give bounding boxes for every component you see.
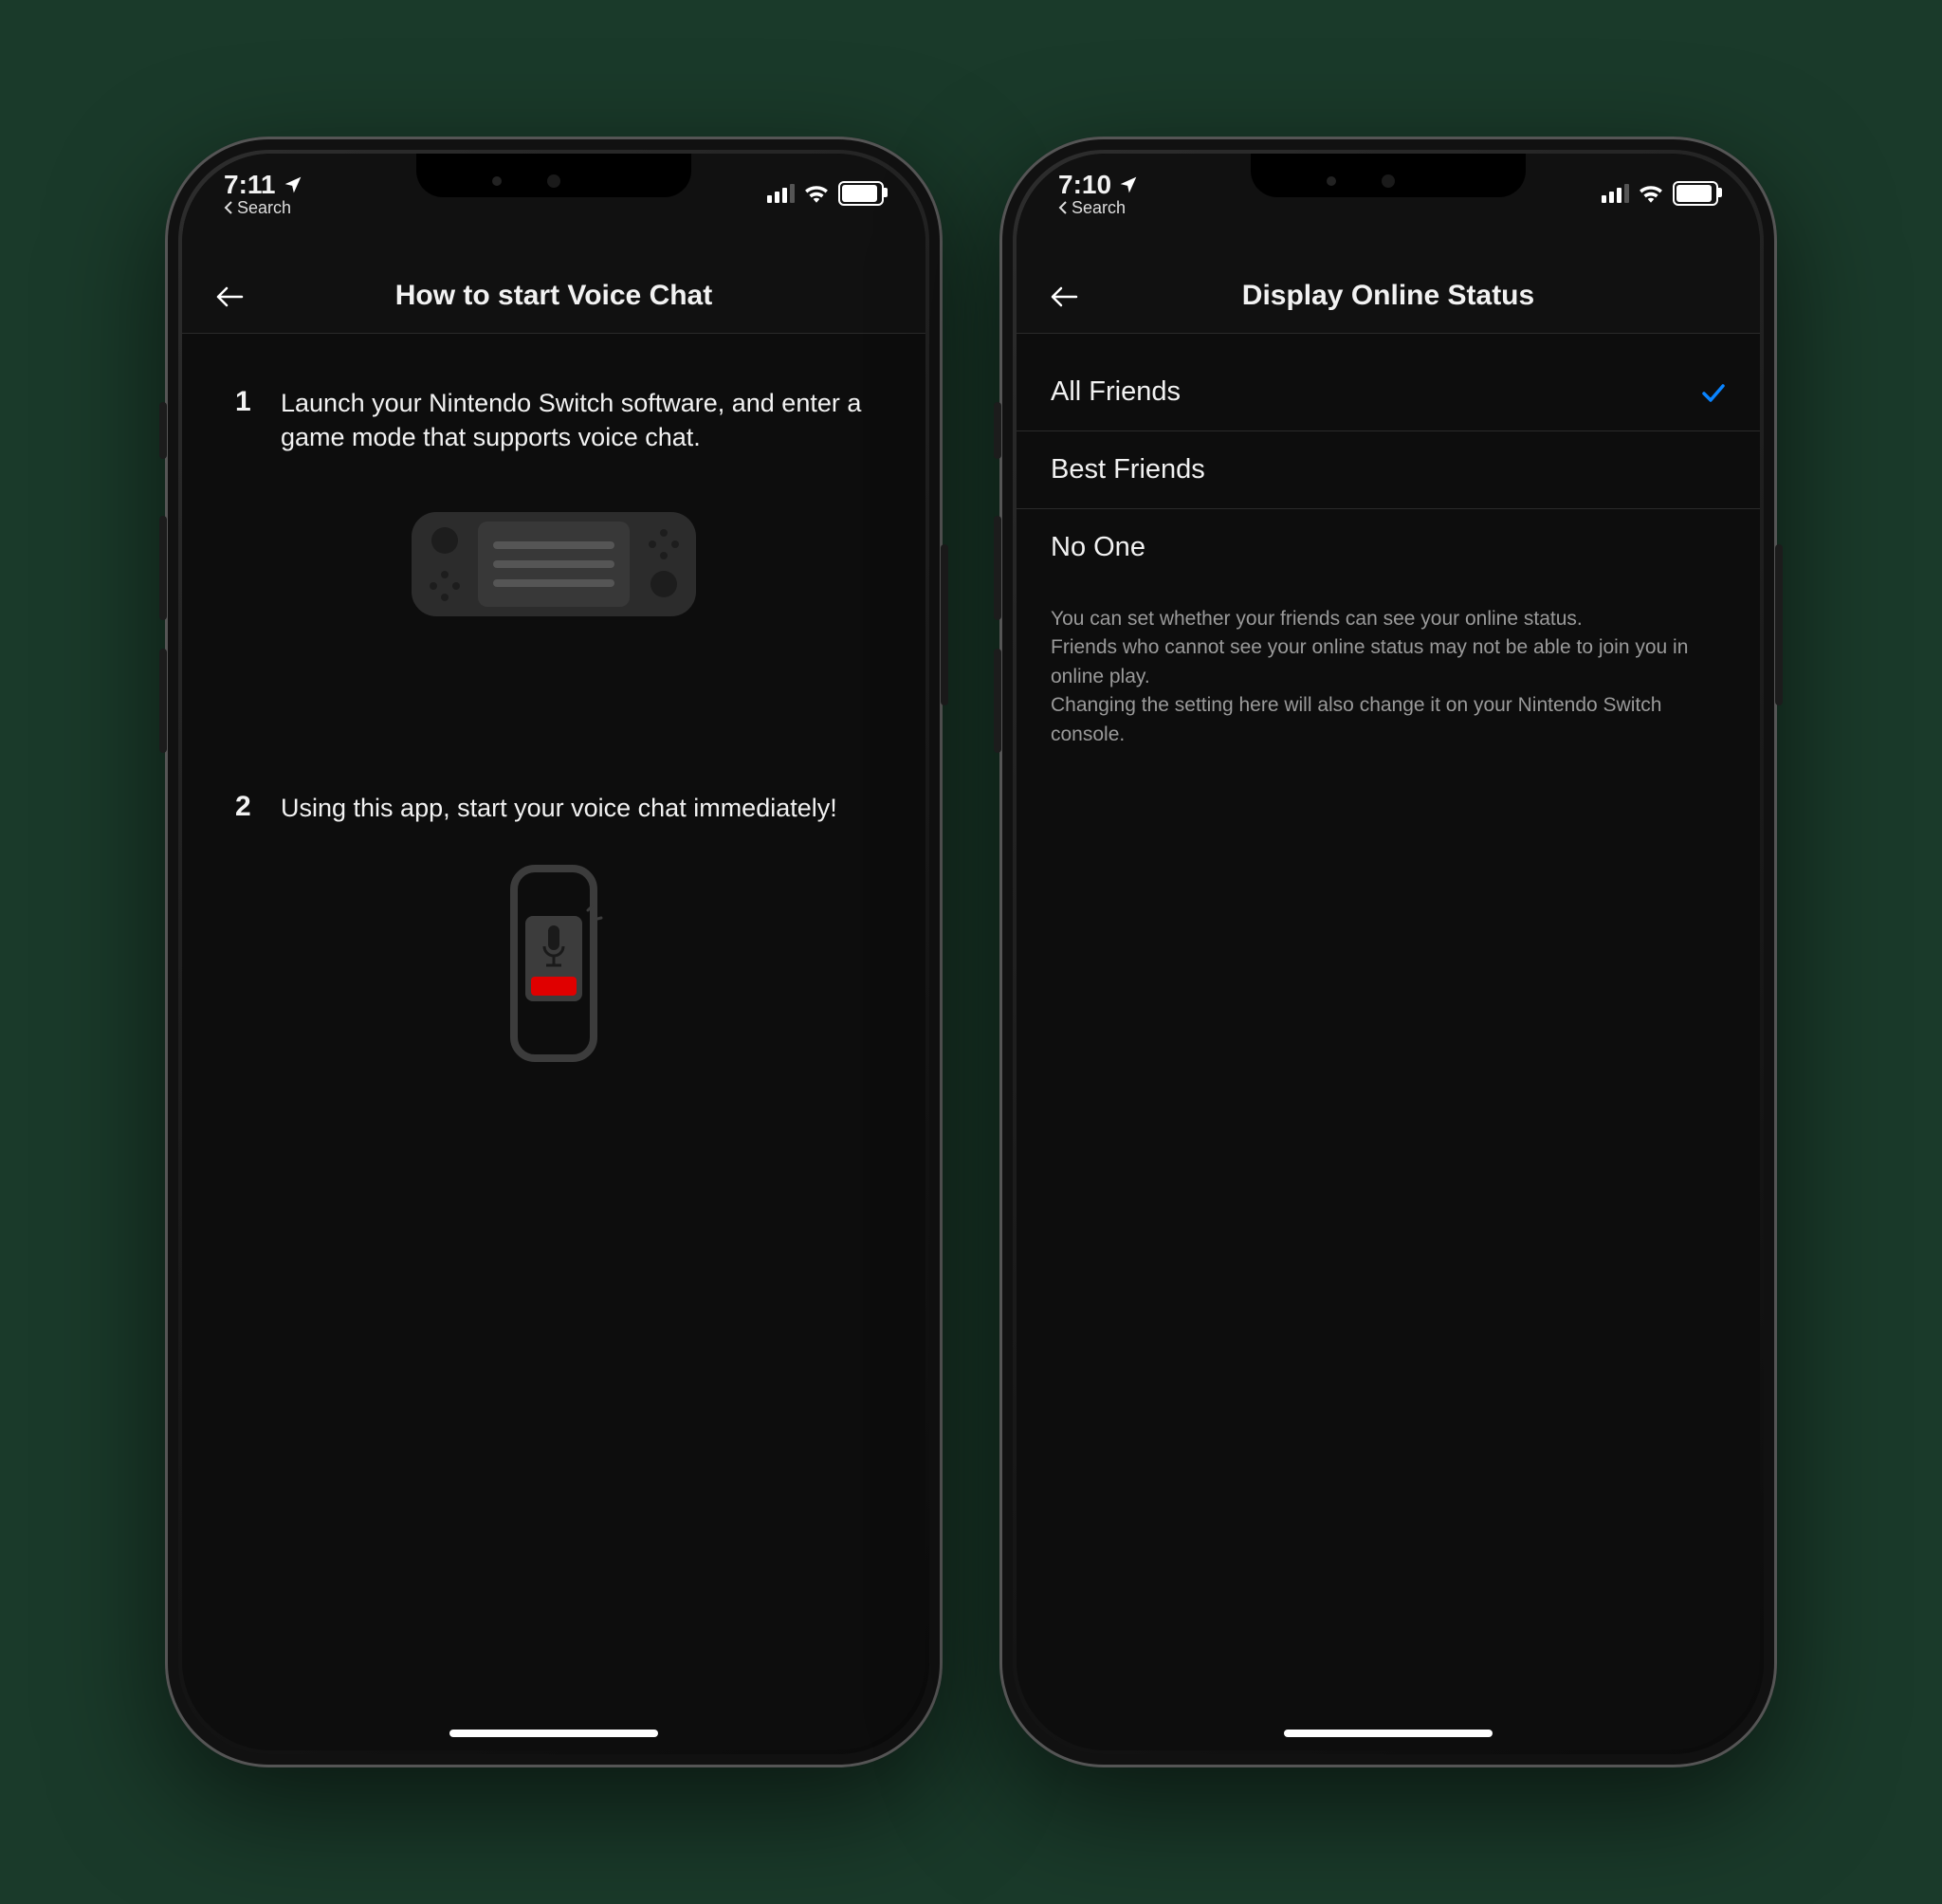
switch-console-illustration xyxy=(182,493,925,635)
option-no-one[interactable]: No One xyxy=(1017,509,1760,586)
status-time: 7:11 xyxy=(224,170,276,200)
status-left: 7:11 Search xyxy=(224,170,302,218)
phone-side-button xyxy=(941,544,948,705)
wifi-icon xyxy=(1639,184,1663,203)
back-button[interactable] xyxy=(1045,278,1083,316)
location-icon xyxy=(1119,175,1138,194)
phone-mute-switch xyxy=(994,402,1001,459)
content-right: All Friends Best Friends No One You can … xyxy=(1017,335,1760,1750)
phone-side-button xyxy=(1775,544,1783,705)
screen-left: 7:11 Search xyxy=(182,154,925,1750)
step-2: 2 Using this app, start your voice chat … xyxy=(182,740,925,825)
phone-mic-illustration xyxy=(182,863,925,1071)
page-title: Display Online Status xyxy=(1242,280,1534,312)
home-indicator[interactable] xyxy=(1284,1730,1493,1737)
option-label: No One xyxy=(1051,532,1145,563)
content-left: 1 Launch your Nintendo Switch software, … xyxy=(182,335,925,1750)
breadcrumb-back[interactable]: Search xyxy=(224,198,302,218)
help-text: You can set whether your friends can see… xyxy=(1017,586,1760,768)
option-best-friends[interactable]: Best Friends xyxy=(1017,431,1760,509)
status-right xyxy=(767,181,884,206)
option-label: Best Friends xyxy=(1051,454,1205,485)
cellular-signal-icon xyxy=(767,184,795,203)
cellular-signal-icon xyxy=(1602,184,1629,203)
wifi-icon xyxy=(804,184,829,203)
status-right xyxy=(1602,181,1718,206)
home-indicator[interactable] xyxy=(449,1730,658,1737)
battery-icon xyxy=(838,181,884,206)
status-left: 7:10 Search xyxy=(1058,170,1138,218)
phone-mute-switch xyxy=(159,402,167,459)
location-icon xyxy=(284,175,302,194)
step-text: Using this app, start your voice chat im… xyxy=(281,791,837,825)
notch xyxy=(416,154,691,197)
breadcrumb-back-label: Search xyxy=(237,198,291,218)
screen-right: 7:10 Search xyxy=(1017,154,1760,1750)
breadcrumb-back[interactable]: Search xyxy=(1058,198,1138,218)
option-all-friends[interactable]: All Friends xyxy=(1017,354,1760,431)
page-title: How to start Voice Chat xyxy=(395,280,712,312)
phone-volume-down xyxy=(159,649,167,753)
breadcrumb-back-label: Search xyxy=(1072,198,1126,218)
status-time: 7:10 xyxy=(1058,170,1111,200)
phone-right: 7:10 Search xyxy=(999,137,1777,1767)
stage: 7:11 Search xyxy=(0,0,1942,1904)
battery-icon xyxy=(1673,181,1718,206)
step-number: 1 xyxy=(235,386,258,455)
step-1: 1 Launch your Nintendo Switch software, … xyxy=(182,335,925,455)
checkmark-icon xyxy=(1701,382,1726,403)
phone-volume-up xyxy=(994,516,1001,620)
phone-volume-down xyxy=(994,649,1001,753)
step-number: 2 xyxy=(235,791,258,825)
notch xyxy=(1251,154,1526,197)
back-button[interactable] xyxy=(211,278,248,316)
phone-volume-up xyxy=(159,516,167,620)
step-text: Launch your Nintendo Switch software, an… xyxy=(281,386,888,455)
option-label: All Friends xyxy=(1051,376,1181,408)
phone-left: 7:11 Search xyxy=(165,137,943,1767)
options-list: All Friends Best Friends No One xyxy=(1017,354,1760,586)
